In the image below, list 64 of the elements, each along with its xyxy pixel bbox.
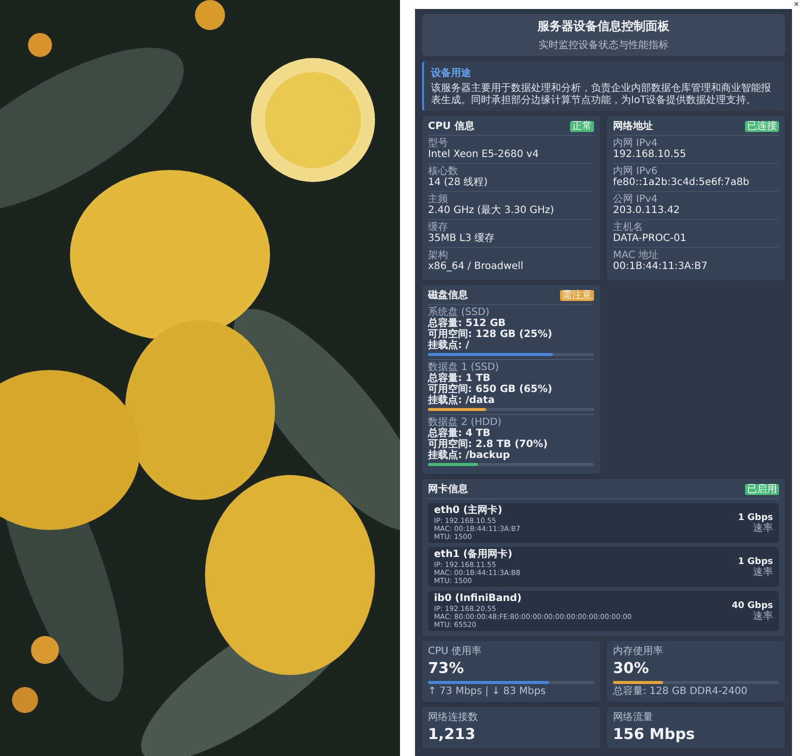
field-label: MAC 地址 [613,250,660,261]
speed-label: 速率 [753,610,773,622]
field-value: 203.0.113.42 [613,205,681,217]
disk-mount: 挂载点: /data [428,395,496,406]
stat-note: ↑ 73 Mbps | ↓ 83 Mbps [428,686,547,697]
nic-name: eth1 (备用网卡) [434,549,514,561]
purpose-title: 设备用途 [431,66,472,80]
page-title: 服务器设备信息控制面板 [538,18,670,35]
stat-value: 73% [428,659,465,677]
status-badge: 需注意 [560,290,594,300]
status-badge: 正常 [570,120,594,132]
disk-name: 数据盘 2 (HDD) [428,417,502,428]
disk-free: 可用空间: 650 GB (65%) [428,384,554,395]
disk-name: 系统盘 (SSD) [428,307,490,318]
field-value: 35MB L3 缓存 [428,233,496,245]
field-label: 内网 IPv6 [613,166,658,177]
card-title: 磁盘信息 [428,288,468,302]
nic-name: ib0 (InfiniBand) [434,593,523,605]
page-subtitle: 实时监控设备状态与性能指标 [538,38,668,52]
field-label: 型号 [428,138,449,149]
status-badge: 已连接 [745,120,779,132]
field-value: x86_64 / Broadwell [428,261,524,273]
card-title: 网络地址 [613,120,653,133]
field-value: 2.40 GHz (最大 3.30 GHz) [428,205,556,217]
nic-name: eth0 (主网卡) [434,505,504,517]
stat-value: 30% [613,659,650,677]
field-label: 主机名 [613,222,644,233]
field-value: Intel Xeon E5-2680 v4 [428,149,540,161]
disk-name: 数据盘 1 (SSD) [428,362,500,373]
status-badge: 已启用 [745,484,779,494]
stat-label: CPU 使用率 [428,646,483,657]
disk-free: 可用空间: 2.8 TB (70%) [428,439,549,450]
disk-mount: 挂载点: / [428,340,470,351]
nic-speed: 1 Gbps [738,512,773,522]
disk-total: 总容量: 512 GB [428,318,507,329]
field-label: 内网 IPv4 [613,138,658,149]
speed-label: 速率 [753,566,773,578]
card-title: CPU 信息 [428,120,474,133]
field-value: 00:1B:44:11:3A:B7 [613,261,708,273]
field-value: DATA-PROC-01 [613,233,688,245]
close-button[interactable]: × [792,0,800,9]
purpose-text: 该服务器主要用于数据处理和分析，负责企业内部数据仓库管理和商业智能报表生成。同时承担部分边缘计算节点功能，为IoT设备提供数据处理支持。 [431,83,772,106]
stat-label: 网络连接数 [428,712,479,723]
field-label: 公网 IPv4 [613,194,658,205]
field-label: 主频 [428,194,449,205]
disk-total: 总容量: 1 TB [428,373,492,384]
disk-mount: 挂载点: /backup [428,450,511,461]
card-title: 网卡信息 [428,482,468,496]
field-label: 架构 [428,250,449,261]
field-value: fe80::1a2b:3c4d:5e6f:7a8b [613,177,750,189]
field-value: 14 (28 线程) [428,177,489,189]
field-label: 核心数 [428,166,459,177]
field-value: 192.168.10.55 [613,149,688,161]
stat-value: 156 Mbps [613,725,696,743]
disk-total: 总容量: 4 TB [428,428,492,439]
field-label: 缓存 [428,222,449,233]
stat-value: 1,213 [428,725,476,743]
nic-speed: 1 Gbps [738,556,773,566]
nic-speed: 40 Gbps [732,600,773,610]
stat-note: 总容量: 128 GB DDR4-2400 [613,686,748,697]
stat-label: 内存使用率 [613,646,664,657]
stat-label: 网络流量 [613,712,654,723]
speed-label: 速率 [753,522,773,534]
disk-free: 可用空间: 128 GB (25%) [428,329,554,340]
